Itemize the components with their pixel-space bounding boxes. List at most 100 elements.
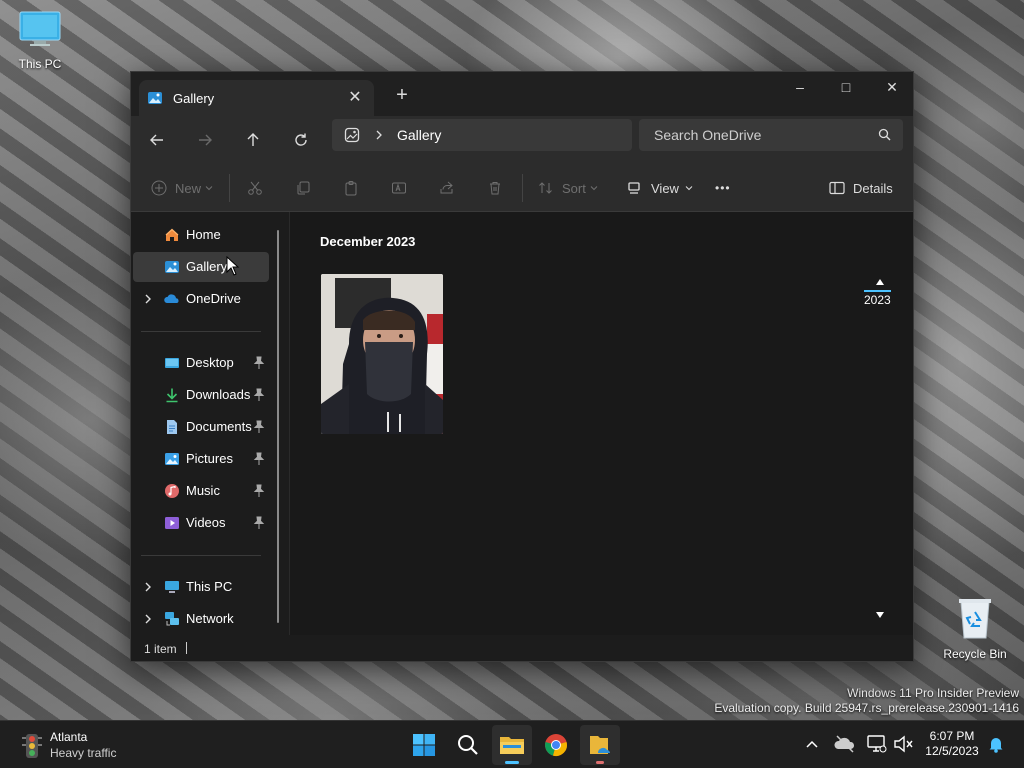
- rename-button[interactable]: [391, 176, 407, 200]
- file-explorer-taskbar-button[interactable]: [492, 725, 532, 765]
- sidebar-item-downloads[interactable]: Downloads: [133, 380, 269, 410]
- close-window-button[interactable]: ✕: [869, 72, 915, 102]
- active-indicator: [505, 761, 519, 764]
- sidebar-label-desktop: Desktop: [186, 355, 234, 370]
- timeline-up-arrow-icon[interactable]: [876, 279, 884, 285]
- chevron-down-icon: [590, 186, 598, 191]
- start-button[interactable]: [404, 725, 444, 765]
- delete-button[interactable]: [487, 176, 503, 200]
- details-button[interactable]: Details: [829, 176, 893, 200]
- sidebar-item-home[interactable]: Home: [133, 220, 269, 250]
- photo-person-image: [321, 274, 443, 434]
- music-icon: [165, 484, 179, 498]
- timeline-down-arrow-icon[interactable]: [876, 612, 884, 618]
- document-icon: [167, 420, 177, 434]
- sidebar-scrollbar[interactable]: [277, 230, 279, 623]
- volume-tray-icon[interactable]: [892, 733, 914, 760]
- pin-icon: [253, 484, 265, 497]
- desktop-icon-recycle-bin[interactable]: Recycle Bin: [935, 596, 1015, 661]
- pin-icon: [253, 388, 265, 401]
- see-more-button[interactable]: •••: [715, 176, 731, 200]
- computer-icon: [165, 581, 179, 593]
- search-placeholder: Search OneDrive: [654, 127, 762, 143]
- paste-button[interactable]: [343, 176, 359, 200]
- show-hidden-icons-button[interactable]: [802, 735, 822, 755]
- sidebar-item-desktop[interactable]: Desktop: [133, 348, 269, 378]
- chevron-right-icon[interactable]: [142, 612, 154, 626]
- new-label: New: [175, 180, 202, 196]
- close-tab-icon[interactable]: ✕: [344, 87, 366, 109]
- recycle-bin-label: Recycle Bin: [943, 647, 1007, 661]
- more-icon: •••: [715, 181, 731, 195]
- search-box[interactable]: Search OneDrive: [639, 119, 903, 151]
- forward-button[interactable]: [191, 126, 219, 154]
- search-taskbar-button[interactable]: [448, 725, 488, 765]
- sidebar-divider: [141, 555, 261, 556]
- photo-thumbnail[interactable]: [321, 274, 443, 434]
- details-label: Details: [853, 180, 893, 196]
- sidebar-label-videos: Videos: [186, 515, 226, 530]
- sidebar-item-onedrive[interactable]: OneDrive: [133, 284, 269, 314]
- weather-widget[interactable]: Atlanta Heavy traffic: [12, 727, 142, 763]
- new-button[interactable]: New: [151, 176, 213, 200]
- status-separator: [186, 642, 187, 654]
- item-count: 1 item: [144, 642, 177, 656]
- chrome-icon: [545, 734, 567, 756]
- share-button[interactable]: [439, 176, 455, 200]
- monitor-icon: [19, 11, 61, 46]
- copy-button[interactable]: [295, 176, 311, 200]
- plus-circle-icon: [151, 180, 167, 196]
- weather-title: Atlanta: [50, 730, 88, 744]
- separator: [229, 174, 230, 202]
- sidebar-item-this-pc[interactable]: This PC: [133, 572, 269, 602]
- sidebar-item-pictures[interactable]: Pictures: [133, 444, 269, 474]
- chevron-down-icon: [685, 186, 693, 191]
- clock[interactable]: 6:07 PM 12/5/2023: [920, 729, 984, 759]
- network-tray-icon[interactable]: [866, 733, 888, 760]
- view-label: View: [651, 180, 679, 196]
- notifications-button[interactable]: [988, 735, 1004, 758]
- chevron-down-icon: [205, 186, 213, 191]
- chevron-right-icon[interactable]: [142, 292, 154, 306]
- sidebar-item-videos[interactable]: Videos: [133, 508, 269, 538]
- sort-button[interactable]: Sort: [538, 176, 598, 200]
- clock-time: 6:07 PM: [929, 729, 975, 743]
- up-button[interactable]: [239, 126, 267, 154]
- sidebar-item-music[interactable]: Music: [133, 476, 269, 506]
- sidebar-item-documents[interactable]: Documents: [133, 412, 269, 442]
- gallery-outline-icon: [344, 127, 360, 143]
- pin-icon: [253, 452, 265, 465]
- watermark-line-1: Windows 11 Pro Insider Preview: [847, 686, 1019, 700]
- new-tab-button[interactable]: +: [389, 82, 415, 108]
- view-button[interactable]: View: [627, 176, 693, 200]
- chevron-right-icon[interactable]: [142, 580, 154, 594]
- gallery-taskbar-button[interactable]: [580, 725, 620, 765]
- sidebar-divider: [141, 331, 261, 332]
- details-pane-icon: [829, 181, 845, 195]
- refresh-button[interactable]: [287, 126, 315, 154]
- sidebar-label-network: Network: [186, 611, 234, 626]
- sidebar-item-network[interactable]: Network: [133, 604, 269, 634]
- minimize-button[interactable]: –: [777, 72, 823, 102]
- breadcrumb-gallery[interactable]: Gallery: [397, 127, 441, 143]
- back-button[interactable]: [143, 126, 171, 154]
- timeline-year[interactable]: 2023: [864, 290, 891, 307]
- weather-subtitle: Heavy traffic: [50, 746, 117, 760]
- this-pc-label: This PC: [18, 57, 62, 71]
- sort-label: Sort: [562, 180, 586, 196]
- sidebar-item-gallery[interactable]: Gallery: [133, 252, 269, 282]
- title-bar[interactable]: Gallery ✕ + – □ ✕: [131, 72, 913, 116]
- sidebar-label-pictures: Pictures: [186, 451, 233, 466]
- group-header: December 2023: [320, 234, 416, 249]
- separator: [522, 174, 523, 202]
- mouse-cursor-icon: [226, 256, 240, 276]
- sidebar-label-downloads: Downloads: [186, 387, 251, 402]
- maximize-button[interactable]: □: [823, 72, 869, 102]
- tab-gallery[interactable]: Gallery ✕: [139, 80, 374, 116]
- desktop-icon-this-pc[interactable]: This PC: [0, 10, 80, 71]
- cut-button[interactable]: [247, 176, 263, 200]
- chrome-taskbar-button[interactable]: [536, 725, 576, 765]
- arrow-left-icon: [150, 134, 163, 146]
- onedrive-tray-icon[interactable]: [834, 733, 856, 760]
- address-bar[interactable]: Gallery: [332, 119, 632, 151]
